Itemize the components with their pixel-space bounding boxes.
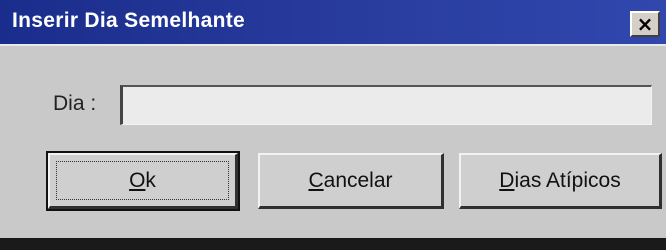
cancel-label-rest: ancelar	[323, 168, 393, 192]
focus-ring	[56, 161, 229, 200]
dia-input[interactable]	[120, 85, 652, 125]
atipicos-label-rest: ias Atípicos	[514, 168, 621, 192]
cancel-button-label: Cancelar	[308, 169, 392, 193]
title-bar[interactable]: Inserir Dia Semelhante ×	[0, 0, 666, 46]
window-bottom-edge	[0, 238, 666, 250]
dias-atipicos-button-label: Dias Atípicos	[499, 169, 620, 193]
window-title: Inserir Dia Semelhante	[12, 9, 246, 32]
close-icon: ×	[636, 12, 654, 36]
dias-atipicos-button[interactable]: Dias Atípicos	[459, 153, 662, 209]
cancel-mnemonic: C	[308, 168, 324, 192]
ok-button[interactable]: Ok	[46, 151, 240, 211]
cancel-button[interactable]: Cancelar	[258, 153, 444, 209]
dia-label: Dia :	[53, 92, 97, 115]
dialog-window: Inserir Dia Semelhante × Dia : Ok Cancel…	[0, 0, 666, 250]
close-button[interactable]: ×	[630, 11, 660, 37]
atipicos-mnemonic: D	[499, 168, 515, 192]
